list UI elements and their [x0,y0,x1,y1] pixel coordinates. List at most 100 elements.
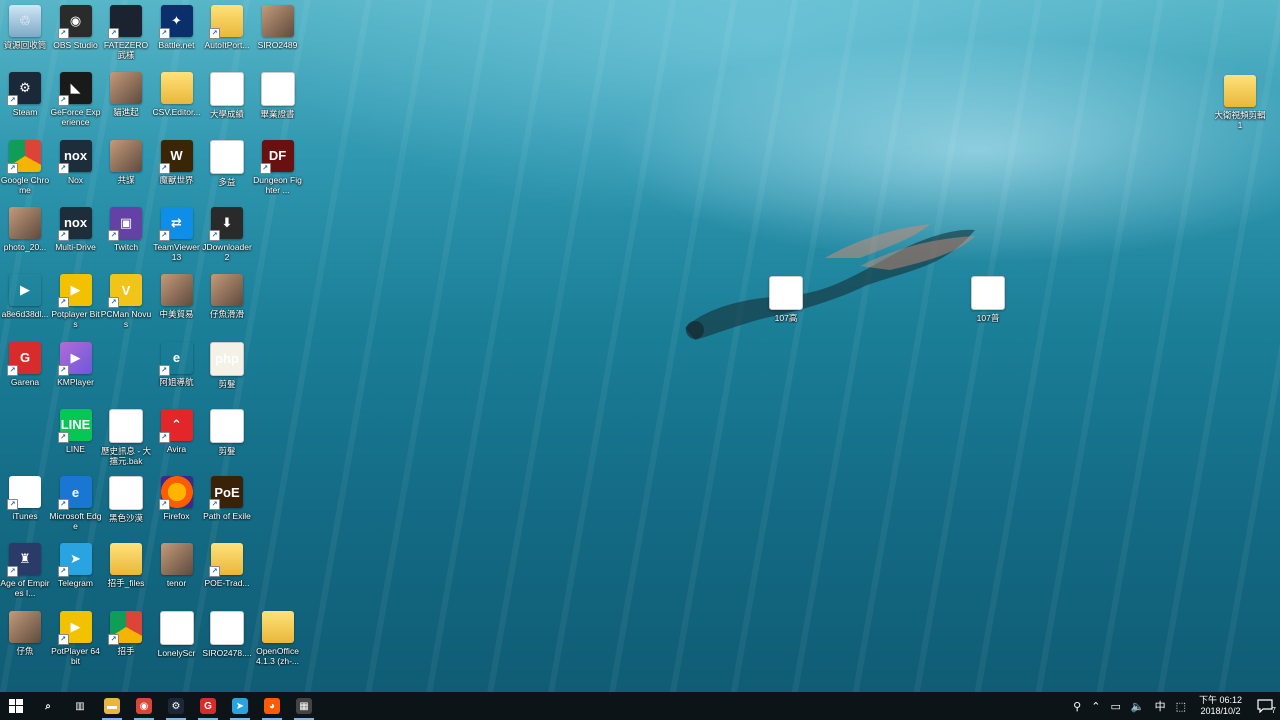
taskbar-file-explorer-button[interactable]: ▬ [96,692,128,720]
network-icon[interactable]: ▭ [1105,692,1125,720]
app-icon: ▶ [9,274,41,306]
desktop-icon[interactable]: G ↗ Garena [0,341,51,387]
desktop-icon[interactable]: ↗ 招手 [100,610,152,656]
icon-glyph: DF [268,148,287,164]
taskbar-chrome-button[interactable]: ◉ [128,692,160,720]
desktop-icon-label: Age of Empires I... [0,578,50,599]
desktop-icon[interactable]: nox ↗ Multi-Drive [50,206,102,252]
desktop-icon[interactable]: php 剪髮 [201,341,253,389]
desktop-icon[interactable]: ♫ ↗ iTunes [0,476,51,521]
icon-glyph: G [19,350,31,365]
desktop-icon[interactable]: SIRO2478.... [201,610,253,658]
desktop-icon[interactable]: 黑色沙漠 [100,476,152,523]
app-icon [160,72,193,105]
ime-language-indicator[interactable]: 中 [1150,692,1171,720]
icon-glyph: ➤ [70,551,81,567]
desktop-icon[interactable]: e ↗ 阿姐導航 [151,342,203,387]
desktop-icon[interactable]: ↗ POE-Trad... [201,543,253,588]
desktop-icon[interactable]: PoE ↗ Path of Exile [201,476,253,521]
desktop-icon[interactable]: ▶ ↗ Potplayer Bits [50,274,102,329]
desktop-icon[interactable]: CSV.Editor... [151,72,203,117]
taskbar-steam-button[interactable]: ⚙ [160,692,192,720]
taskbar-telegram-button[interactable]: ➤ [224,692,256,720]
desktop-icon[interactable]: SIRO2489 [252,5,304,50]
app-icon [210,72,244,107]
desktop-icon[interactable]: ⚙ ↗ Steam [0,72,51,117]
app-icon: ♜ ↗ [7,543,41,578]
desktop-icon[interactable]: 畢業證書 [252,72,304,119]
taskbar-garena-button[interactable]: G [192,692,224,720]
action-center-button[interactable]: 7 [1250,692,1280,720]
desktop-icon[interactable]: ◣ ↗ GeForce Experience [50,72,102,127]
desktop-icon-label: tenor [166,578,187,589]
desktop-icon[interactable]: V ↗ PCMan Novus [100,274,152,329]
desktop-icon[interactable]: 共謀 [100,139,152,185]
desktop-icon[interactable]: 貓進起 [100,72,152,117]
icon-glyph: W [170,148,183,164]
desktop-icon[interactable]: ▶ ↗ PotPlayer 64 bit [50,610,102,666]
start-button[interactable] [0,692,32,720]
ime-mode-icon[interactable]: ⬚ [1171,692,1191,720]
desktop-icon[interactable]: DF ↗ Dungeon Fighter ... [252,139,304,195]
desktop-icon[interactable]: nox ↗ Nox [50,139,102,185]
shortcut-arrow-icon: ↗ [108,28,119,39]
desktop-icon[interactable]: ⌃ ↗ Avira [151,408,203,454]
desktop-icon[interactable]: ▶ ↗ KMPlayer [50,341,102,387]
desktop-icon[interactable]: ✦ ↗ Battle.net [151,5,203,50]
desktop-icon-label: PotPlayer 64 bit [51,645,100,666]
desktop-icon-label: 招手_files [107,578,145,589]
app-icon [110,72,142,105]
shortcut-arrow-icon: ↗ [57,95,69,107]
desktop-icon[interactable]: ⬇ ↗ JDownloader 2 [201,206,253,262]
desktop-icon[interactable]: ↗ FATEZERO武樣 [100,5,152,60]
desktop-icon[interactable]: ▶ a8e6d38dl... [0,274,51,319]
taskbar-search-button[interactable]: ⌕ [32,692,64,720]
show-hidden-icons-chevron-icon[interactable]: ⌃ [1086,692,1105,720]
icon-glyph: ◉ [69,13,82,28]
taskbar-task-view-button[interactable]: ▥ [64,692,96,720]
desktop-icon-label: 魔獸世界 [159,174,194,185]
desktop-file-icon[interactable]: pdf 107高 [760,276,812,323]
volume-icon[interactable]: 🔈 [1126,692,1150,720]
desktop-icon[interactable]: 仔魚滑滑 [201,274,253,319]
desktop-file-icon[interactable]: pdf 107普 [962,276,1014,323]
shortcut-arrow-icon: ↗ [57,431,69,443]
desktop-icon[interactable]: ⇄ ↗ TeamViewer 13 [151,206,203,262]
desktop-icon[interactable]: ♜ ↗ Age of Empires I... [0,543,51,598]
desktop-icon-label: Google Chrome [0,174,50,195]
app-icon: ⌃ ↗ [158,408,193,443]
shortcut-arrow-icon: ↗ [57,28,69,39]
desktop-icon[interactable]: ➤ ↗ Telegram [50,543,102,588]
icon-glyph: nox [63,215,88,231]
desktop-icon[interactable]: ▣ ↗ Twitch [100,206,152,252]
desktop-icon[interactable]: tenor [151,543,203,588]
desktop-icon[interactable]: ◉ ↗ OBS Studio [50,5,102,50]
desktop-icon[interactable]: LINE ↗ LINE [50,408,102,454]
desktop-icon[interactable]: 歷史訊息 - 大擂元.bak [100,408,152,466]
desktop-icon[interactable]: W ↗ 魔獸世界 [151,139,203,185]
app-icon [160,274,193,307]
desktop-icon[interactable]: 仔魚 [0,610,51,656]
desktop-icon[interactable]: OpenOffice 4.1.3 (zh-... [252,610,304,666]
desktop-icon[interactable]: 大學成績 [201,72,253,119]
taskbar-calculator-button[interactable]: ▦ [288,692,320,720]
desktop-icon[interactable]: LonelyScr [151,610,203,658]
desktop-icon[interactable]: e ↗ Microsoft Edge [50,476,102,531]
desktop-file-icon[interactable]: 大衛視頻剪輯1 [1214,75,1266,130]
desktop-icon[interactable]: ↗ Firefox [151,476,203,521]
desktop-icon[interactable]: ↗ Google Chrome [0,139,51,195]
taskbar-clock[interactable]: 下午 06:12 2018/10/2 [1191,695,1250,717]
desktop-icon[interactable]: ↗ AutoItPort... [201,5,253,50]
desktop-icon[interactable]: photo_20... [0,206,51,252]
desktop-icon[interactable]: 中美貿易 [151,274,203,319]
desktop-icon[interactable]: 剪髮 [201,408,253,456]
app-icon: V ↗ [108,274,142,309]
people-icon[interactable]: ⚲ [1068,692,1086,720]
taskbar-firefox-button[interactable]: ◕ [256,692,288,720]
desktop-icon[interactable]: 多益 [201,139,253,187]
app-icon: ↗ [158,476,193,511]
desktop-icon[interactable]: ♲ 資源回收筒 [0,5,51,50]
app-icon: nox ↗ [57,139,92,174]
icon-glyph: ▶ [70,349,81,365]
desktop-icon[interactable]: 招手_files [100,543,152,588]
